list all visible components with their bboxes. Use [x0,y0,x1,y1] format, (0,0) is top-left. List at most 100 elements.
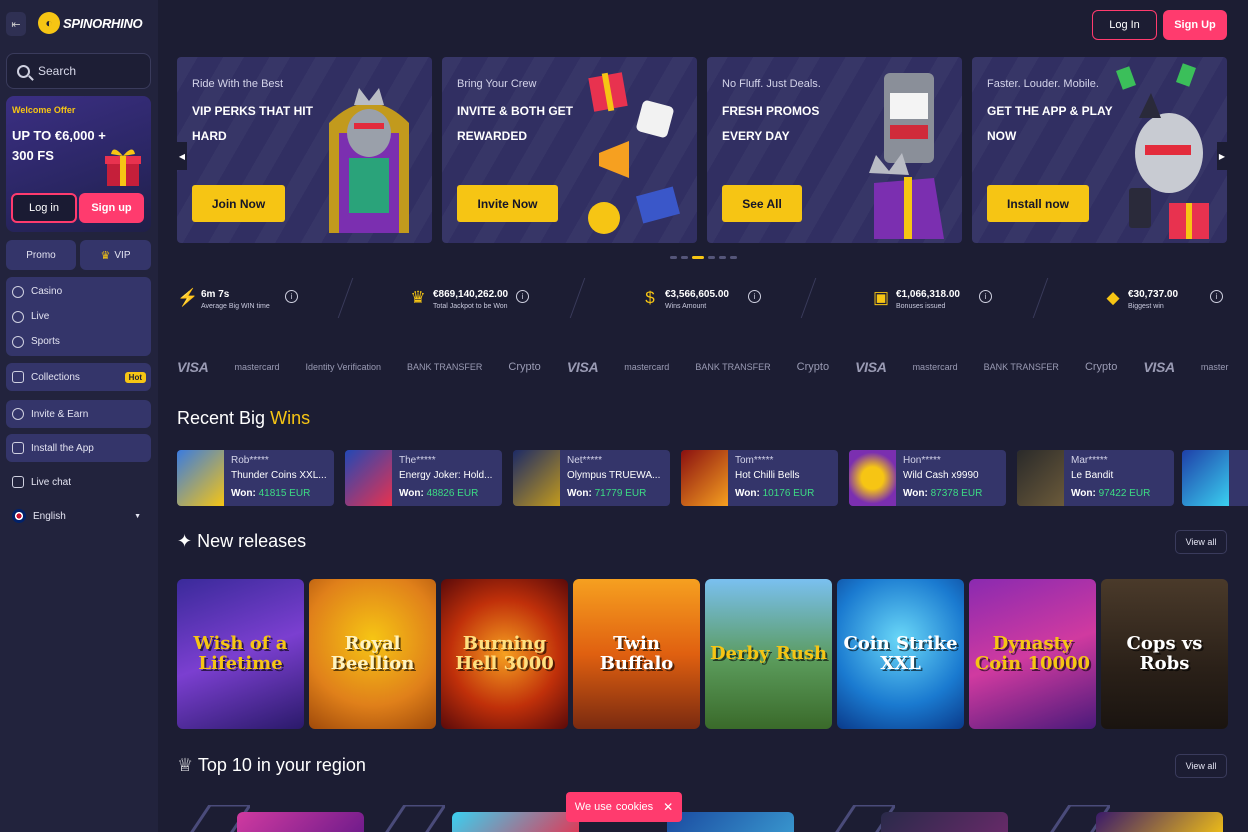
game-tile[interactable]: Burning Hell 3000 [441,579,568,729]
win-amount-row: Won: 87378 EUR [903,488,982,499]
win-card[interactable]: Tom***** Hot Chilli Bells Won: 10176 EUR [681,450,838,506]
sidebar-item-install[interactable]: Install the App [6,434,151,462]
info-icon[interactable]: i [516,290,529,303]
top10-game-tile[interactable] [237,812,364,832]
header-login-button[interactable]: Log In [1092,10,1157,40]
logo[interactable]: ◐ SPINORHINO [38,12,143,34]
offer-signup-button[interactable]: Sign up [79,193,144,223]
info-icon[interactable]: i [285,290,298,303]
vip-button[interactable]: ♛ VIP [80,240,151,270]
banner-subtitle: Bring Your Crew [457,78,537,90]
uk-flag-icon [12,509,26,523]
sidebar-item-casino[interactable]: Casino [6,279,151,304]
game-tile[interactable]: Twin Buffalo [573,579,700,729]
payment-methods-strip: VISA mastercard Identity Verification BA… [177,356,1248,378]
bank-transfer-logo: BANK TRANSFER [983,362,1059,372]
banner-title: INVITE & BOTH GET REWARDED [457,104,574,143]
banner-invite[interactable]: Bring Your Crew INVITE & BOTH GET REWARD… [442,57,697,243]
win-card[interactable]: Hon***** Wild Cash x9990 Won: 87378 EUR [849,450,1006,506]
info-icon[interactable]: i [1210,290,1223,303]
win-card[interactable]: Net***** Olympus TRUEWA... Won: 71779 EU… [513,450,670,506]
win-user: Hon***** [903,455,941,466]
language-label: English [33,510,66,522]
lightning-icon: ⚡ [177,288,199,307]
banner-vip[interactable]: Ride With the Best VIP PERKS THAT HIT HA… [177,57,432,243]
win-game: Le Bandit [1071,470,1114,481]
win-amount: 48826 EUR [426,488,479,499]
win-card[interactable]: The***** Energy Joker: Hold... Won: 4882… [345,450,502,506]
top10-game-tile[interactable] [667,812,794,832]
top10-game-tile[interactable] [1096,812,1223,832]
info-icon[interactable]: i [979,290,992,303]
game-title: Royal Beellion [330,633,415,674]
crown-icon: ♛ [410,288,426,307]
gifts-dice-icon [588,72,680,234]
collections-icon [12,371,24,383]
search-input[interactable] [38,64,138,78]
stat-bonuses-issued: ▣ €1,066,318.00 Bonuses issued [872,289,960,311]
top10-heading: ♕ Top 10 in your region [177,755,366,776]
collapse-sidebar-button[interactable]: ⇤ [6,12,26,36]
see-all-button[interactable]: See All [722,185,802,222]
cookie-link[interactable]: cookies [616,801,653,813]
win-card[interactable] [1182,450,1248,506]
carousel-dot[interactable] [719,256,726,259]
join-now-button[interactable]: Join Now [192,185,285,222]
offer-tag: Welcome Offer [12,105,76,115]
divider [569,278,586,318]
game-tile[interactable]: Dynasty Coin 10000 [969,579,1096,729]
game-thumbnail [345,450,392,506]
carousel-prev-button[interactable]: ◀ [177,142,187,170]
carousel-dot-active[interactable] [692,256,704,259]
sidebar-item-collections[interactable]: Collections Hot [6,363,151,391]
language-selector[interactable]: English ▼ [6,504,151,528]
win-amount-row: Won: 97422 EUR [1071,488,1150,499]
carousel-dot[interactable] [681,256,688,259]
game-tile[interactable]: Wish of a Lifetime [177,579,304,729]
close-icon[interactable]: ✕ [663,800,673,814]
info-icon[interactable]: i [748,290,761,303]
win-card[interactable]: Rob***** Thunder Coins XXL... Won: 41815… [177,450,334,506]
game-thumbnail [849,450,896,506]
offer-login-button[interactable]: Log in [11,193,77,223]
diamond-icon: ◆ [1106,288,1120,307]
slot-machine-icon [869,73,944,239]
sparkle-icon: ✦ [177,531,193,551]
game-tile[interactable]: Coin Strike XXL [837,579,964,729]
mastercard-logo: mastercard [234,362,280,372]
carousel-dot[interactable] [708,256,715,259]
sidebar-item-live[interactable]: Live [6,304,151,329]
win-amount: 87378 EUR [930,488,983,499]
vip-label: VIP [114,249,131,261]
banner-title: VIP PERKS THAT HIT HARD [192,104,313,143]
carousel-dot[interactable] [730,256,737,259]
game-tile[interactable]: Derby Rush [705,579,832,729]
carousel-dot[interactable] [670,256,677,259]
top10-game-tile[interactable] [452,812,579,832]
new-releases-view-all-button[interactable]: View all [1175,530,1227,554]
crown-icon: ♛ [100,249,111,262]
invite-now-button[interactable]: Invite Now [457,185,558,222]
sidebar-item-label: Invite & Earn [31,408,89,420]
live-chat-button[interactable]: Live chat [6,470,151,494]
install-now-button[interactable]: Install now [987,185,1089,222]
stat-value: €3,566,605.00 [665,289,729,300]
sidebar-item-invite[interactable]: Invite & Earn [6,400,151,428]
carousel-next-button[interactable]: ▶ [1217,142,1227,170]
recent-wins-heading: Recent Big Wins [177,408,310,429]
heading-text: Top 10 in your region [197,755,366,775]
stat-value: €869,140,262.00 [433,289,509,300]
search-box[interactable] [6,53,151,89]
top10-view-all-button[interactable]: View all [1175,754,1227,778]
game-title: Derby Rush [709,643,828,664]
game-tile[interactable]: Royal Beellion [309,579,436,729]
win-card[interactable]: Mar***** Le Bandit Won: 97422 EUR [1017,450,1174,506]
header-signup-button[interactable]: Sign Up [1163,10,1227,40]
promo-button[interactable]: Promo [6,240,76,270]
banner-promos[interactable]: No Fluff. Just Deals. FRESH PROMOS EVERY… [707,57,962,243]
game-tile[interactable]: Cops vs Robs [1101,579,1228,729]
mastercard-logo: mastercard [912,362,958,372]
sidebar-item-sports[interactable]: Sports [6,329,151,354]
top10-game-tile[interactable] [881,812,1008,832]
banner-app[interactable]: Faster. Louder. Mobile. GET THE APP & PL… [972,57,1227,243]
